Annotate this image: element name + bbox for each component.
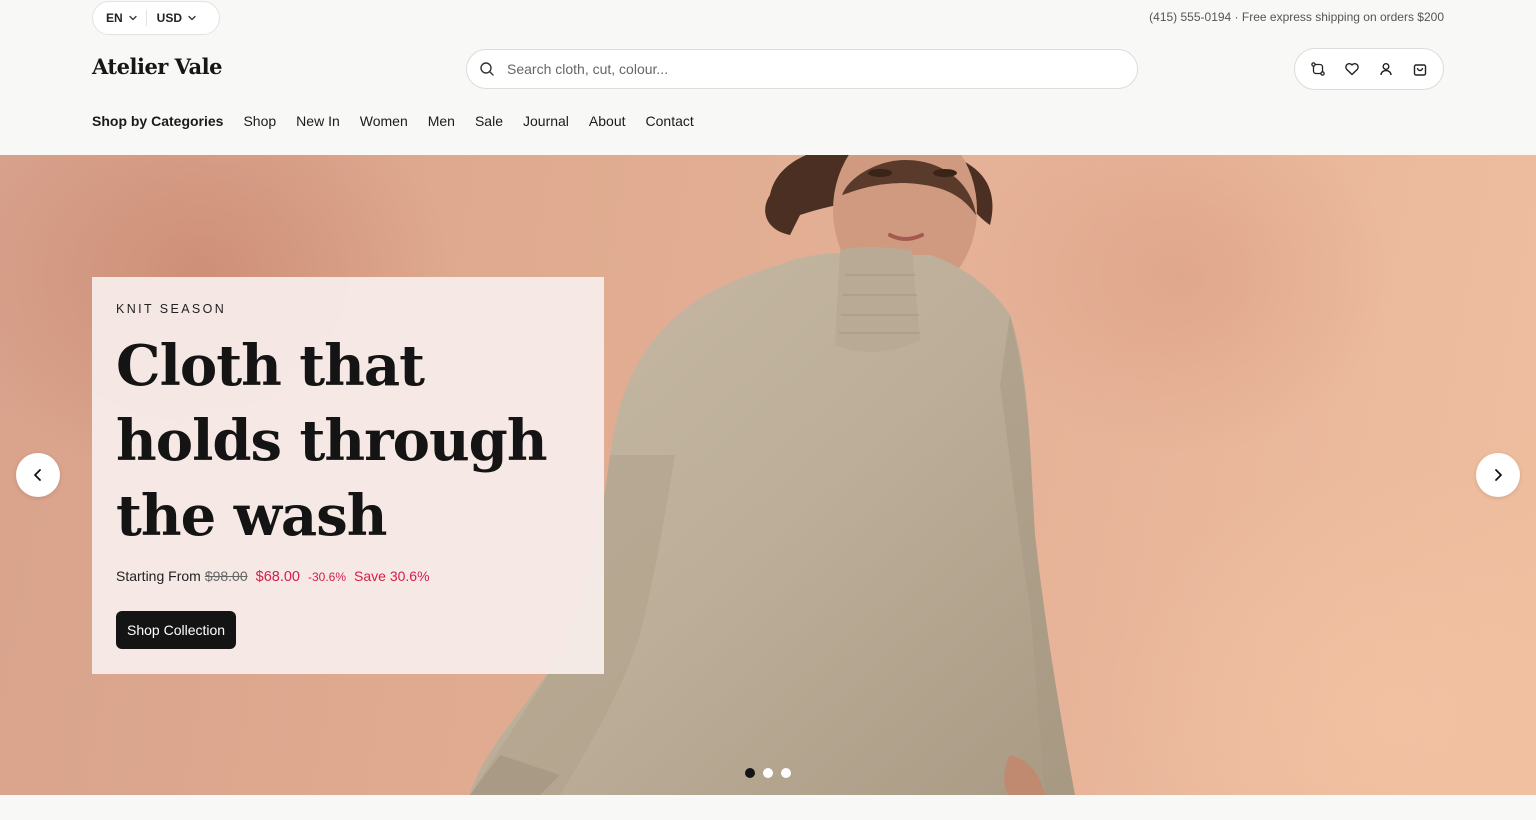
heart-icon: [1345, 63, 1359, 76]
chevron-down-icon: [128, 13, 138, 23]
site-logo[interactable]: Atelier Vale: [92, 54, 223, 79]
top-utility-bar: EN USD (415) 555-0194 · Free express shi…: [0, 0, 1536, 36]
carousel-dot[interactable]: [745, 768, 755, 778]
nav-item-journal[interactable]: Journal: [523, 113, 569, 129]
search-bar: [466, 49, 1138, 89]
nav-item-sale[interactable]: Sale: [475, 113, 503, 129]
search-icon: [480, 62, 494, 76]
promo-text: (415) 555-0194 · Free express shipping o…: [1149, 10, 1444, 24]
carousel-prev-button[interactable]: [16, 453, 60, 497]
language-value: EN: [106, 11, 123, 25]
shop-collection-button[interactable]: Shop Collection: [116, 611, 237, 649]
header-actions: [1294, 48, 1444, 90]
hero-price: Starting From $98.00 $68.00 -30.6% Save …: [116, 568, 430, 585]
hero-eyebrow: KNIT SEASON: [116, 302, 227, 316]
nav-item-shop-by-categories[interactable]: Shop by Categories: [92, 113, 223, 129]
carousel-dot[interactable]: [763, 768, 773, 778]
price-sale: $68.00: [255, 569, 300, 585]
chevron-down-icon: [187, 13, 197, 23]
nav-item-about[interactable]: About: [589, 113, 626, 129]
nav-item-shop[interactable]: Shop: [243, 113, 276, 129]
nav-item-contact[interactable]: Contact: [646, 113, 694, 129]
cart-button[interactable]: [1406, 55, 1434, 83]
chevron-left-icon: [34, 469, 41, 481]
search-input[interactable]: [507, 61, 1107, 77]
carousel-dot[interactable]: [781, 768, 791, 778]
compare-button[interactable]: [1304, 55, 1332, 83]
compare-icon: [1311, 62, 1325, 76]
nav-item-men[interactable]: Men: [428, 113, 455, 129]
price-original: $98.00: [204, 568, 248, 584]
nav-item-women[interactable]: Women: [360, 113, 408, 129]
carousel-next-button[interactable]: [1476, 453, 1520, 497]
price-prefix: Starting From: [116, 568, 201, 584]
main-nav: Shop by Categories Shop New In Women Men…: [92, 113, 694, 129]
save-text: Save 30.6%: [354, 568, 430, 584]
currency-value: USD: [156, 11, 183, 25]
carousel-dots: [745, 768, 791, 778]
user-icon: [1380, 63, 1392, 76]
language-select[interactable]: EN: [93, 2, 138, 34]
discount-badge: -30.6%: [308, 570, 347, 584]
nav-item-new-in[interactable]: New In: [296, 113, 340, 129]
cart-icon: [1413, 64, 1427, 76]
hero-carousel: KNIT SEASON Cloth that holds through the…: [0, 155, 1536, 795]
chevron-right-icon: [1495, 469, 1502, 481]
locale-selector: EN USD: [92, 1, 220, 35]
hero-headline: Cloth that holds through the wash: [116, 333, 548, 549]
below-hero-area: [0, 795, 1536, 820]
currency-select[interactable]: USD: [147, 2, 197, 34]
wishlist-button[interactable]: [1338, 55, 1366, 83]
hero-promo-panel: KNIT SEASON Cloth that holds through the…: [92, 277, 604, 674]
account-button[interactable]: [1372, 55, 1400, 83]
